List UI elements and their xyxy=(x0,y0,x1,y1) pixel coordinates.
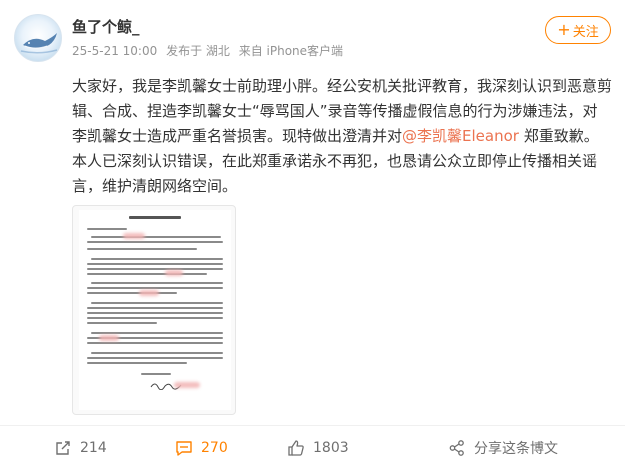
user-name[interactable]: 鱼了个鲸_ xyxy=(72,16,140,37)
like-count: 1803 xyxy=(313,440,349,456)
mention-link[interactable]: @李凯馨Eleanor xyxy=(402,127,519,145)
document-image-icon xyxy=(79,210,231,410)
post-location: 发布于 湖北 xyxy=(166,44,230,58)
follow-label: 关注 xyxy=(572,24,599,40)
comment-count: 270 xyxy=(201,440,228,456)
repost-count: 214 xyxy=(80,440,107,456)
comment-button[interactable]: 270 xyxy=(175,436,228,460)
post-source: 来自 iPhone客户端 xyxy=(238,44,344,58)
plus-icon: + xyxy=(557,20,571,39)
post-meta: 25-5-21 10:00 发布于 湖北 来自 iPhone客户端 xyxy=(72,42,348,59)
post-time[interactable]: 25-5-21 10:00 xyxy=(72,44,157,58)
share-button[interactable]: 分享这条博文 xyxy=(448,436,558,460)
post-text: 大家好，我是李凯馨女士前助理小胖。经公安机关批评教育，我深刻认识到恶意剪辑、合成… xyxy=(72,74,612,199)
whale-avatar-icon xyxy=(20,33,58,54)
thumbs-up-icon xyxy=(288,440,304,456)
share-icon xyxy=(449,440,464,456)
repost-icon xyxy=(56,441,70,455)
post-image[interactable] xyxy=(72,205,236,415)
comment-icon xyxy=(176,441,192,456)
avatar[interactable] xyxy=(14,14,62,62)
follow-button[interactable]: + 关注 xyxy=(545,16,611,44)
share-label: 分享这条博文 xyxy=(474,441,558,457)
like-button[interactable]: 1803 xyxy=(287,436,349,460)
footer-divider xyxy=(0,425,625,426)
weibo-post-card: 鱼了个鲸_ 25-5-21 10:00 发布于 湖北 来自 iPhone客户端 … xyxy=(0,0,625,470)
repost-button[interactable]: 214 xyxy=(54,436,107,460)
